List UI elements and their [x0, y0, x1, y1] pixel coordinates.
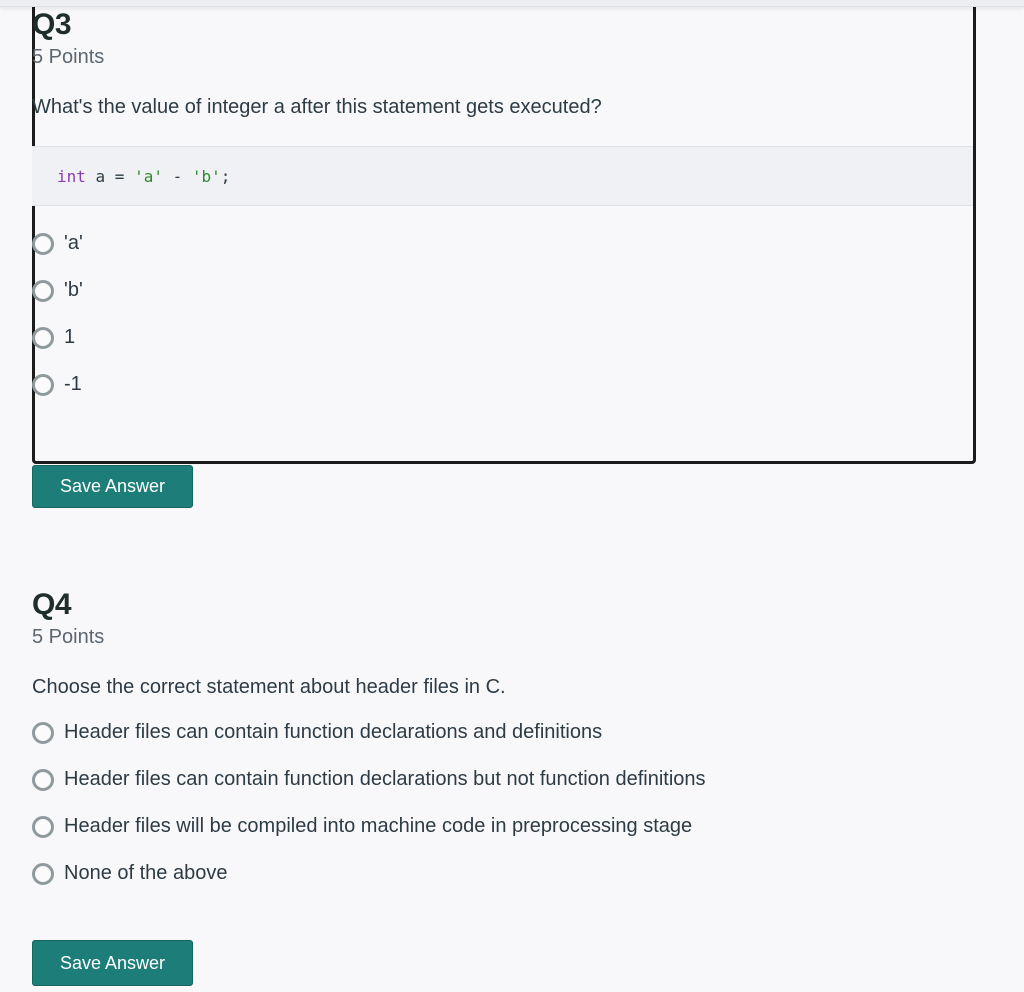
- radio-button[interactable]: [32, 373, 54, 396]
- question-q4: Q4 5 Points Choose the correct statement…: [32, 588, 976, 897]
- option-label[interactable]: Header files will be compiled into machi…: [64, 815, 692, 838]
- radio-button[interactable]: [32, 279, 54, 302]
- option-label[interactable]: 'b': [64, 279, 83, 302]
- code-keyword: int: [57, 166, 86, 186]
- answer-option[interactable]: 'a': [32, 220, 973, 267]
- option-label[interactable]: -1: [64, 373, 82, 396]
- answer-option[interactable]: 'b': [32, 267, 973, 314]
- top-header-bar: [0, 0, 1024, 7]
- answer-options: 'a' 'b' 1 -1: [32, 220, 973, 408]
- option-label[interactable]: None of the above: [64, 862, 227, 885]
- code-text: a =: [85, 166, 135, 186]
- question-prompt: Choose the correct statement about heade…: [32, 676, 506, 698]
- question-prompt: What's the value of integer a after this…: [32, 96, 602, 118]
- answer-option[interactable]: 1: [32, 314, 973, 361]
- answer-option[interactable]: Header files will be compiled into machi…: [32, 803, 976, 850]
- radio-button[interactable]: [32, 815, 54, 838]
- code-string: 'a': [134, 166, 163, 186]
- question-q3: Q3 5 Points What's the value of integer …: [32, 6, 976, 464]
- answer-option[interactable]: Header files can contain function declar…: [32, 709, 976, 756]
- save-answer-button-q3[interactable]: Save Answer: [32, 465, 193, 508]
- question-points: 5 Points: [32, 626, 105, 648]
- answer-option[interactable]: Header files can contain function declar…: [32, 756, 976, 803]
- code-semicolon: ;: [220, 166, 231, 186]
- radio-button[interactable]: [32, 326, 54, 349]
- question-title: Q4: [32, 588, 72, 621]
- answer-option[interactable]: None of the above: [32, 850, 976, 897]
- code-string: 'b': [191, 166, 221, 186]
- radio-button[interactable]: [32, 721, 54, 744]
- option-label[interactable]: 'a': [64, 232, 83, 255]
- code-operator: -: [162, 166, 192, 186]
- option-label[interactable]: Header files can contain function declar…: [64, 721, 602, 744]
- radio-button[interactable]: [32, 768, 54, 791]
- answer-option[interactable]: -1: [32, 361, 973, 408]
- question-title: Q3: [32, 8, 72, 41]
- option-label[interactable]: Header files can contain function declar…: [64, 768, 706, 791]
- answer-options: Header files can contain function declar…: [32, 709, 976, 897]
- radio-button[interactable]: [32, 232, 54, 255]
- save-answer-button-q4[interactable]: Save Answer: [32, 940, 193, 986]
- code-block: int a = 'a' - 'b';: [32, 146, 973, 206]
- radio-button[interactable]: [32, 862, 54, 885]
- question-points: 5 Points: [32, 46, 105, 68]
- option-label[interactable]: 1: [64, 326, 75, 349]
